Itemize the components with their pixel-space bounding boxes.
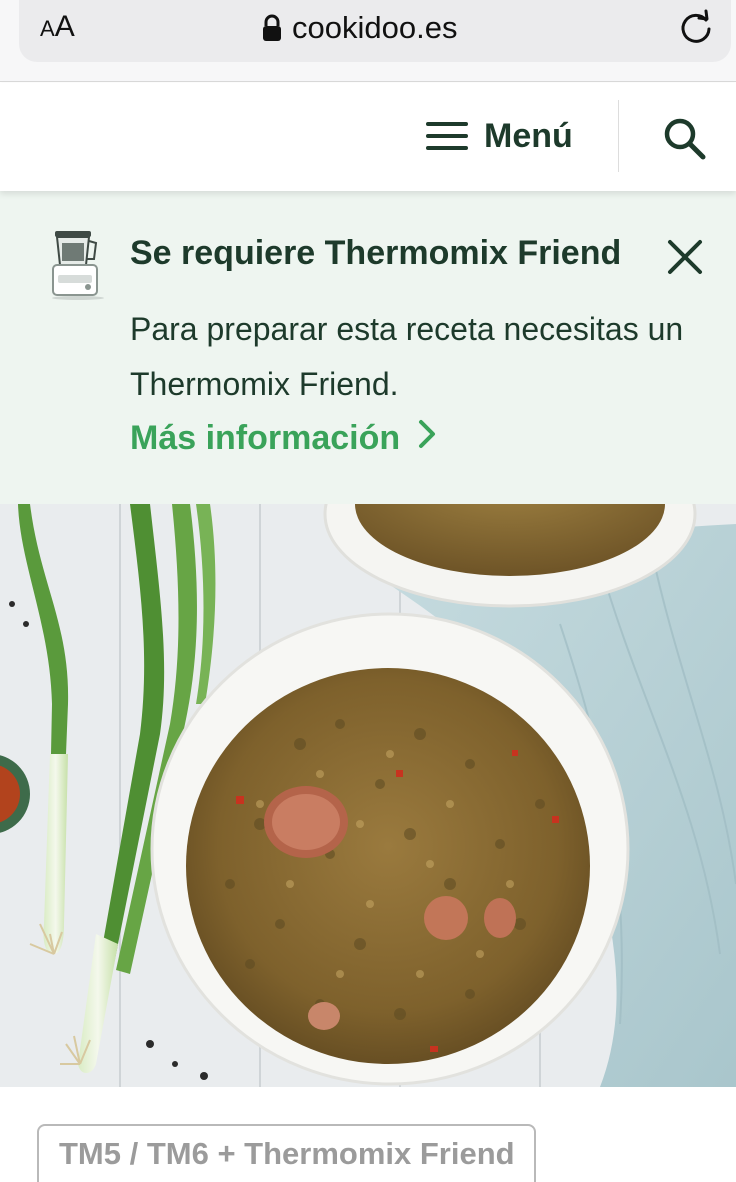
notice-message: Para preparar esta receta necesitas un T…: [130, 311, 684, 402]
notice-title: Se requiere Thermomix Friend: [130, 234, 622, 272]
menu-label: Menú: [484, 116, 573, 155]
reload-icon[interactable]: [678, 9, 714, 45]
more-info-label: Más información: [130, 418, 401, 457]
close-icon[interactable]: [666, 238, 704, 276]
thermomix-device-icon: [48, 229, 104, 301]
compatibility-tag: TM5 / TM6 + Thermomix Friend: [37, 1124, 536, 1182]
chevron-right-icon: [418, 419, 436, 458]
search-icon[interactable]: [660, 114, 708, 162]
site-header: [0, 83, 736, 191]
lock-icon: [262, 14, 282, 42]
recipe-photo: [0, 504, 736, 1087]
url-text: cookidoo.es: [292, 10, 458, 45]
menu-button[interactable]: Menú: [426, 114, 573, 158]
hamburger-icon: [426, 122, 468, 150]
header-divider: [618, 100, 619, 172]
more-info-link[interactable]: Más información: [130, 414, 436, 462]
url-display[interactable]: cookidoo.es: [262, 8, 457, 48]
text-size-button[interactable]: AA: [40, 10, 75, 44]
browser-toolbar: AA cookidoo.es: [0, 0, 736, 82]
